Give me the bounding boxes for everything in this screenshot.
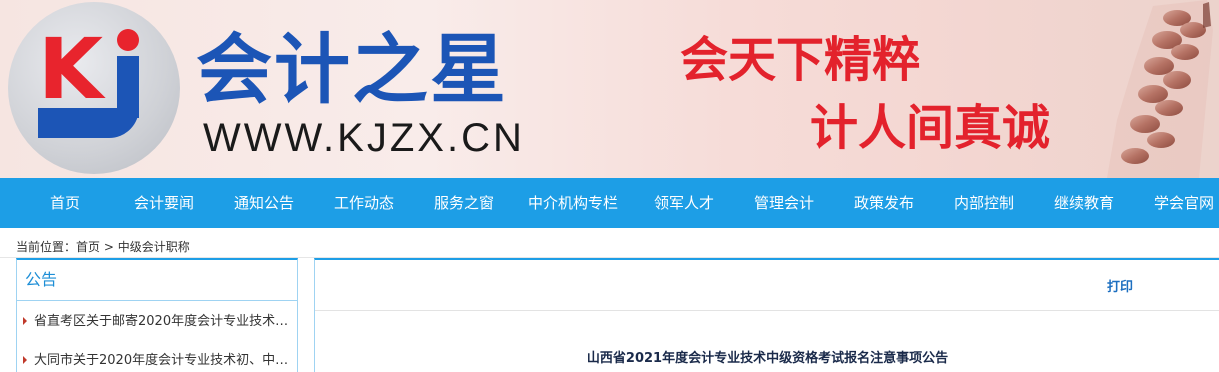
logo-letter-k: K: [38, 20, 103, 118]
breadcrumb-separator: >: [100, 240, 118, 254]
brand-name: 会计之星: [196, 25, 508, 114]
nav-item-home[interactable]: 首页: [50, 178, 80, 228]
nav-item-management-accounting[interactable]: 管理会计: [754, 178, 814, 228]
bullet-triangle-icon: [23, 317, 27, 325]
abacus-illustration: [1107, 0, 1213, 178]
sidebar-item-0[interactable]: 省直考区关于邮寄2020年度会计专业技术资格证书的通知: [23, 312, 295, 332]
breadcrumb: 当前位置：首页 > 中级会计职称: [16, 238, 190, 256]
article-title: 山西省2021年度会计专业技术中级资格考试报名注意事项公告: [586, 351, 949, 366]
nav-item-policy-release[interactable]: 政策发布: [854, 178, 914, 228]
brand-url: WWW.KJZX.CN: [203, 116, 525, 160]
main-nav: 首页 会计要闻 通知公告 工作动态 服务之窗 中介机构专栏 领军人才 管理会计 …: [0, 178, 1219, 228]
nav-item-society-website[interactable]: 学会官网: [1154, 178, 1214, 228]
sidebar-item-1[interactable]: 大同市关于2020年度会计专业技术初、中级资格证书发放的通知: [23, 351, 295, 371]
nav-item-leading-talent[interactable]: 领军人才: [654, 178, 714, 228]
nav-item-service-window[interactable]: 服务之窗: [434, 178, 494, 228]
nav-item-internal-control[interactable]: 内部控制: [954, 178, 1014, 228]
article-panel: 打印 山西省2021年度会计专业技术中级资格考试报名注意事项公告: [314, 258, 1219, 372]
print-button[interactable]: 打印: [1107, 279, 1133, 297]
nav-item-accounting-news[interactable]: 会计要闻: [134, 178, 194, 228]
nav-item-work-updates[interactable]: 工作动态: [334, 178, 394, 228]
nav-item-notices[interactable]: 通知公告: [234, 178, 294, 228]
logo-j-dot: [117, 29, 139, 51]
breadcrumb-prefix: 当前位置：: [16, 240, 77, 254]
slogan-line-2: 计人间真诚: [810, 100, 1051, 156]
nav-item-intermediary-column[interactable]: 中介机构专栏: [528, 178, 618, 228]
breadcrumb-current-link[interactable]: 中级会计职称: [118, 240, 190, 254]
sidebar-title-divider: [17, 300, 297, 301]
sidebar-item-label: 大同市关于2020年度会计专业技术初、中级资格证书发放的通知: [34, 353, 292, 368]
logo-j-base: [38, 108, 139, 138]
slogan-line-1: 会天下精粹: [680, 32, 921, 88]
site-banner: K 会计之星 WWW.KJZX.CN 会天下精粹 计人间真诚: [0, 0, 1219, 178]
announcement-sidebar: 公告 省直考区关于邮寄2020年度会计专业技术资格证书的通知 大同市关于2020…: [16, 258, 298, 372]
nav-item-continuing-education[interactable]: 继续教育: [1054, 178, 1114, 228]
article-toolbar-divider: [315, 310, 1219, 311]
bullet-triangle-icon: [23, 356, 27, 364]
sidebar-item-label: 省直考区关于邮寄2020年度会计专业技术资格证书的通知: [34, 314, 292, 329]
sidebar-title: 公告: [25, 270, 58, 289]
breadcrumb-home-link[interactable]: 首页: [76, 240, 100, 254]
